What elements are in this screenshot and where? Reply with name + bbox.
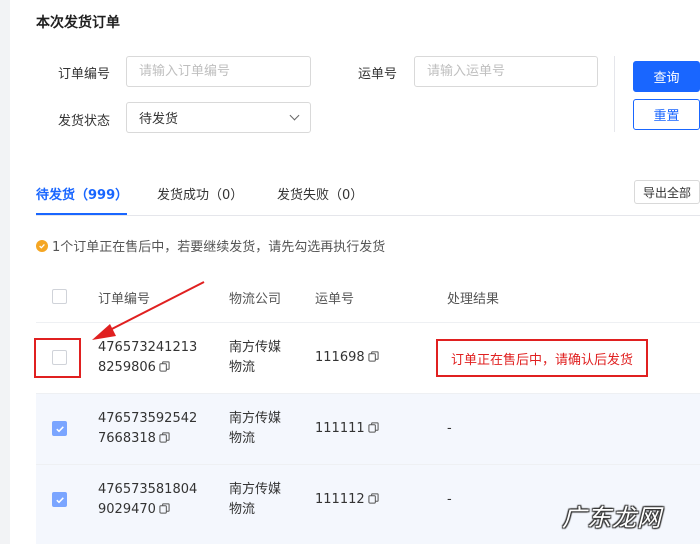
order-no-input[interactable] <box>126 56 311 87</box>
copy-icon[interactable] <box>368 422 379 433</box>
copy-icon[interactable] <box>368 351 379 362</box>
status-label: 发货状态 <box>58 114 111 129</box>
annotation-highlight-box <box>34 338 81 378</box>
tab-failed[interactable]: 发货失败（0） <box>277 184 363 203</box>
annotation-arrow-icon <box>92 281 205 340</box>
row-3-checkbox[interactable] <box>52 492 67 507</box>
warning-icon <box>36 239 48 252</box>
header-waybill: 运单号 <box>315 292 355 307</box>
header-result: 处理结果 <box>447 292 500 307</box>
select-all-checkbox[interactable] <box>52 289 67 304</box>
query-button[interactable]: 查询 <box>633 61 700 92</box>
row-1-result: 订单正在售后中，请确认后发货 <box>436 339 648 377</box>
notice-text: 1个订单正在售后中，若要继续发货，请先勾选再执行发货 <box>52 240 386 255</box>
copy-icon[interactable] <box>159 432 170 443</box>
row-2-waybill: 111111 <box>315 419 379 439</box>
row-3-result: - <box>447 492 452 507</box>
row-1-logistics-company: 南方传媒 物流 <box>229 340 282 375</box>
row-3-order-no: 476573581804 9029470 <box>98 482 198 517</box>
copy-icon[interactable] <box>368 493 379 504</box>
header-logistics-company: 物流公司 <box>229 292 282 307</box>
form-divider <box>614 56 615 132</box>
row-1-waybill: 111698 <box>315 348 379 368</box>
row-3-waybill: 111112 <box>315 490 379 510</box>
page-title: 本次发货订单 <box>36 15 120 31</box>
row-2-logistics-company: 南方传媒 物流 <box>229 411 282 446</box>
row-2-order-no: 476573592542 7668318 <box>98 411 198 446</box>
tabs-divider <box>36 215 700 216</box>
row-2-result: - <box>447 421 452 436</box>
main-panel: 本次发货订单 订单编号 运单号 发货状态 待发货 查询 重置 待发货（999） … <box>10 0 700 544</box>
order-no-label: 订单编号 <box>58 67 111 82</box>
row-2-checkbox[interactable] <box>52 421 67 436</box>
tab-success[interactable]: 发货成功（0） <box>157 184 243 203</box>
site-watermark: 广东龙网 <box>562 504 662 532</box>
reset-button[interactable]: 重置 <box>633 99 700 130</box>
waybill-input[interactable] <box>414 56 598 87</box>
aftersale-notice: 1个订单正在售后中，若要继续发货，请先勾选再执行发货 <box>36 236 385 255</box>
tab-pending[interactable]: 待发货（999） <box>36 184 128 203</box>
export-all-button[interactable]: 导出全部 <box>634 180 700 204</box>
copy-icon[interactable] <box>159 503 170 514</box>
status-select-value: 待发货 <box>139 112 179 127</box>
left-sidebar-strip <box>0 0 10 544</box>
copy-icon[interactable] <box>159 361 170 372</box>
row-1-order-no: 476573241213 8259806 <box>98 340 198 375</box>
chevron-down-icon <box>289 110 300 121</box>
row-3-logistics-company: 南方传媒 物流 <box>229 482 282 517</box>
status-select[interactable]: 待发货 <box>126 102 311 133</box>
waybill-label: 运单号 <box>358 67 398 82</box>
